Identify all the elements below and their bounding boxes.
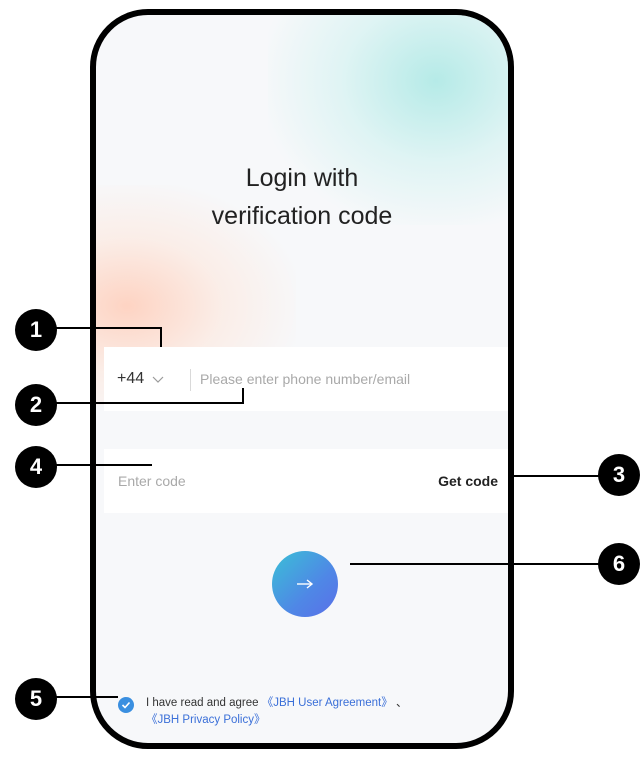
callout-2-line-vertical xyxy=(242,388,244,404)
callout-4-line xyxy=(54,464,152,466)
privacy-policy-link[interactable]: 《JBH Privacy Policy》 xyxy=(146,714,266,726)
verification-code-input[interactable] xyxy=(118,449,378,513)
arrow-right-icon xyxy=(297,579,314,589)
callout-5-badge: 5 xyxy=(15,678,57,720)
callout-2-line-horizontal xyxy=(54,402,244,404)
callout-3-line xyxy=(508,475,604,477)
page-title: Login with verification code xyxy=(96,159,508,235)
agreement-prefix: I have read and agree xyxy=(146,697,259,709)
callout-6-line xyxy=(350,563,604,565)
callout-4-badge: 4 xyxy=(15,446,57,488)
get-code-button[interactable]: Get code xyxy=(438,449,498,513)
code-input-row: Get code xyxy=(104,449,508,513)
chevron-down-icon xyxy=(152,376,164,383)
phone-frame: Login with verification code +44 Get cod… xyxy=(90,9,514,749)
checkmark-icon xyxy=(121,701,131,709)
agreement-checkbox[interactable] xyxy=(118,697,134,713)
page-title-line-1: Login with xyxy=(245,164,359,192)
callout-1-line-vertical xyxy=(160,327,162,347)
callout-3-badge: 3 xyxy=(598,454,640,496)
submit-button[interactable] xyxy=(272,551,338,617)
agreement-text: I have read and agree 《JBH User Agreemen… xyxy=(146,695,486,729)
callout-2-badge: 2 xyxy=(15,384,57,426)
agreement-separator: 、 xyxy=(395,697,408,709)
user-agreement-link[interactable]: 《JBH User Agreement》 xyxy=(262,697,393,709)
phone-email-input[interactable] xyxy=(200,347,500,411)
page-title-line-2: verification code xyxy=(211,202,393,230)
callout-5-line xyxy=(54,696,118,698)
callout-1-line-horizontal xyxy=(54,327,162,329)
callout-1-badge: 1 xyxy=(15,309,57,351)
field-divider xyxy=(190,369,191,391)
callout-6-badge: 6 xyxy=(598,543,640,585)
